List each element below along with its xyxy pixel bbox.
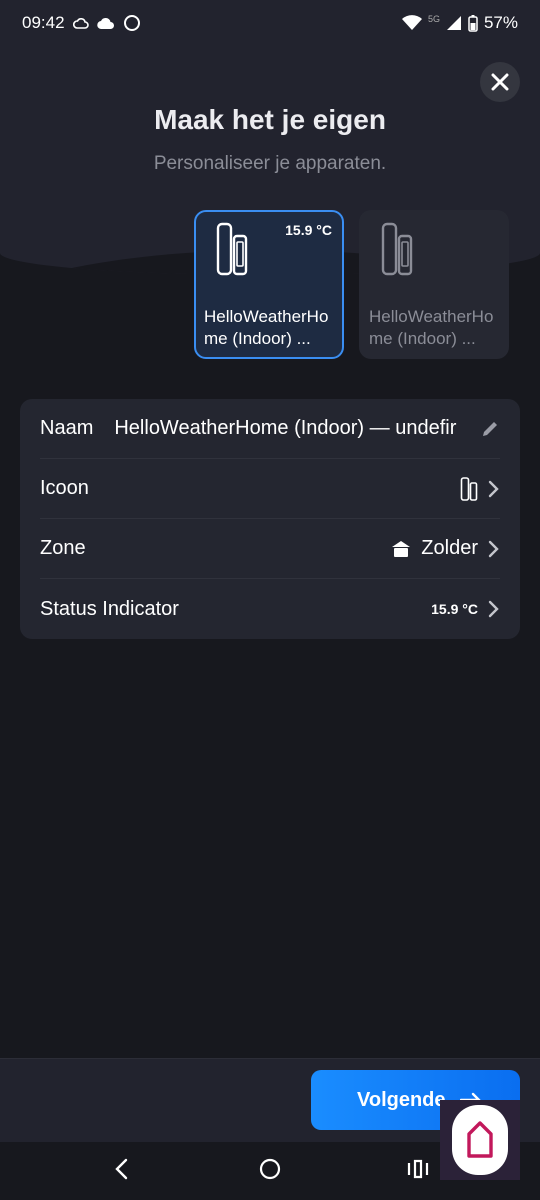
close-icon	[491, 73, 509, 91]
device-card[interactable]: HelloWeatherHome (Indoor) ...	[359, 210, 509, 359]
settings-row-zone[interactable]: Zone Zolder	[40, 519, 500, 579]
settings-row-status-indicator[interactable]: Status Indicator 15.9 °C	[40, 579, 500, 639]
sensor-icon	[460, 476, 478, 501]
wifi-icon	[401, 15, 422, 31]
status-indicator-label: Status Indicator	[40, 597, 179, 620]
house-icon	[391, 540, 411, 558]
sensor-icon	[214, 222, 250, 283]
status-bar: 09:42 5G 57%	[0, 0, 540, 46]
app-logo	[452, 1105, 508, 1175]
circle-icon	[123, 14, 141, 32]
home-icon[interactable]	[259, 1158, 281, 1180]
recent-apps-icon[interactable]	[407, 1158, 429, 1180]
back-icon[interactable]	[112, 1158, 130, 1180]
sensor-icon	[379, 222, 415, 283]
cloud-icon	[96, 16, 115, 30]
page-subtitle: Personaliseer je apparaten.	[153, 153, 387, 174]
page-title: Maak het je eigen	[154, 104, 386, 135]
close-button[interactable]	[480, 62, 520, 102]
device-name: HelloWeatherHome (Indoor) ...	[204, 307, 329, 348]
status-indicator-value: 15.9 °C	[431, 601, 478, 617]
next-button-label: Volgende	[357, 1088, 446, 1111]
signal-icon	[446, 15, 462, 31]
name-label: Naam	[40, 417, 94, 439]
network-type: 5G	[427, 14, 440, 24]
device-settings-list: Naam HelloWeatherHome (Indoor) — undefir…	[20, 399, 520, 639]
cloud-outline-icon	[72, 16, 89, 30]
device-name: HelloWeatherHome (Indoor) ...	[369, 307, 494, 348]
status-time: 09:42	[22, 13, 65, 32]
device-card-selected[interactable]: 15.9 °C HelloWeatherHome (Indoor) ...	[194, 210, 344, 359]
battery-level: 57%	[483, 13, 518, 32]
name-value: HelloWeatherHome (Indoor) — undefir	[114, 417, 457, 439]
pencil-icon[interactable]	[480, 419, 500, 439]
chevron-right-icon	[488, 540, 500, 558]
chevron-right-icon	[488, 480, 500, 498]
settings-row-icon[interactable]: Icoon	[40, 459, 500, 519]
zone-label: Zone	[40, 537, 86, 559]
zone-value: Zolder	[421, 537, 478, 559]
icon-label: Icoon	[40, 477, 89, 499]
settings-row-name[interactable]: Naam HelloWeatherHome (Indoor) — undefir	[40, 399, 500, 459]
device-temperature: 15.9 °C	[285, 222, 332, 238]
app-badge[interactable]	[440, 1100, 520, 1180]
battery-icon	[468, 14, 478, 32]
chevron-right-icon	[488, 600, 500, 618]
